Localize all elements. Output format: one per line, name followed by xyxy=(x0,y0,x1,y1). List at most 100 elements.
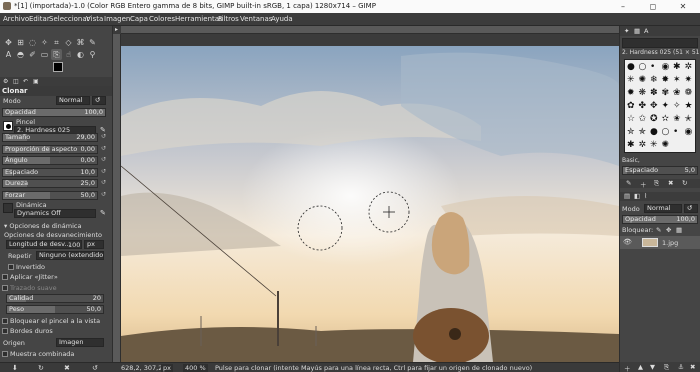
device-status-tab-icon[interactable]: ◫ xyxy=(13,78,19,85)
fonts-tab-icon[interactable]: A xyxy=(644,27,648,35)
menu-ventanas[interactable]: Ventanas xyxy=(240,15,272,23)
brush-thumb-icon[interactable]: ✺ xyxy=(639,75,647,85)
crop-tool-icon[interactable]: ⌗ xyxy=(51,37,62,48)
brush-thumb-icon[interactable]: ✸ xyxy=(662,75,670,85)
menu-editar[interactable]: Editar xyxy=(29,15,50,23)
spacing-slider[interactable]: Espaciado 10,0 xyxy=(2,167,98,177)
align-tool-icon[interactable]: ⊞ xyxy=(15,37,26,48)
bucket-fill-icon[interactable]: ◓ xyxy=(15,49,26,60)
brush-thumb-icon[interactable]: ❋ xyxy=(639,88,647,98)
dynamics-options-expander[interactable]: ▾ Opciones de dinámica xyxy=(4,222,81,230)
reset-force-icon[interactable]: ↺ xyxy=(100,191,107,200)
color-picker-icon[interactable]: ⚲ xyxy=(87,49,98,60)
lock-brush-checkbox[interactable]: Bloquear el pincel a la vista xyxy=(2,317,100,325)
paintbrush-icon[interactable]: ✐ xyxy=(27,49,38,60)
brush-thumb-icon[interactable]: • xyxy=(650,62,655,72)
close-button[interactable]: ✕ xyxy=(668,0,698,13)
edit-brush-action-icon[interactable]: ✎ xyxy=(626,179,631,187)
menu-ayuda[interactable]: Ayuda xyxy=(271,15,293,23)
brush-thumb-icon[interactable]: ✳ xyxy=(650,140,658,150)
dodge-burn-icon[interactable]: ◐ xyxy=(75,49,86,60)
menu-colores[interactable]: Colores xyxy=(149,15,175,23)
brush-thumb-icon[interactable]: • xyxy=(673,127,678,137)
mode-select[interactable]: Normal xyxy=(56,96,90,105)
layer-mode-reset[interactable]: ↺ xyxy=(684,204,698,213)
brush-thumb-icon[interactable]: ✮ xyxy=(627,127,635,137)
brush-preview[interactable] xyxy=(3,121,13,131)
brush-thumb-icon[interactable]: ◉ xyxy=(662,62,670,72)
foreground-color-swatch[interactable] xyxy=(53,62,63,72)
brush-thumb-icon[interactable]: ✱ xyxy=(673,62,681,72)
tool-options-tab-icon[interactable]: ⚙ xyxy=(3,78,8,85)
brush-thumb-icon[interactable]: ❁ xyxy=(685,88,693,98)
brush-thumb-icon[interactable]: ○ xyxy=(639,62,647,72)
layers-tab-icon[interactable]: ▤ xyxy=(624,192,630,200)
warp-tool-icon[interactable]: ⌘ xyxy=(75,37,86,48)
brush-thumb-icon[interactable]: ✫ xyxy=(662,114,670,124)
brush-thumb-icon[interactable]: ★ xyxy=(685,101,693,111)
brush-thumb-icon[interactable]: ✳ xyxy=(627,75,635,85)
layer-row[interactable]: 👁 1.jpg xyxy=(620,236,700,249)
brush-spacing-slider[interactable]: Espaciado 5,0 xyxy=(622,166,698,175)
brush-thumb-icon[interactable]: ✤ xyxy=(639,101,647,111)
new-layer-icon[interactable]: ＋ xyxy=(624,363,631,372)
brush-thumb-icon[interactable]: ✥ xyxy=(650,101,658,111)
reset-size-icon[interactable]: ↺ xyxy=(100,133,107,142)
image-canvas[interactable] xyxy=(121,46,619,362)
zoom-select[interactable]: 400 % xyxy=(183,364,208,372)
jitter-checkbox[interactable]: Aplicar «Jitter» xyxy=(2,273,58,281)
brush-thumb-icon[interactable]: ✦ xyxy=(662,101,670,111)
reset-angle-icon[interactable]: ↺ xyxy=(100,156,107,165)
brush-thumb-icon[interactable]: ✪ xyxy=(650,114,658,124)
angle-slider[interactable]: Ángulo 0,00 xyxy=(2,156,98,165)
layer-opacity-slider[interactable]: Opacidad 100,0 xyxy=(622,215,698,224)
menu-archivo[interactable]: Archivo xyxy=(3,15,29,23)
lock-alpha-icon[interactable]: ▦ xyxy=(676,226,682,234)
menu-herramientas[interactable]: Herramientas xyxy=(175,15,223,23)
hard-edges-checkbox[interactable]: Bordes duros xyxy=(2,327,53,335)
text-tool-icon[interactable]: A xyxy=(3,49,14,60)
images-tab-icon[interactable]: ▣ xyxy=(33,78,39,85)
brush-thumb-icon[interactable]: ✷ xyxy=(685,75,693,85)
anchor-layer-icon[interactable]: ⚓ xyxy=(678,363,684,371)
source-select[interactable]: Imagen xyxy=(56,338,104,347)
lower-layer-icon[interactable]: ▼ xyxy=(650,363,655,371)
mode-reset-button[interactable]: ↺ xyxy=(92,96,106,105)
menu-seleccionar[interactable]: Seleccionar xyxy=(49,15,90,23)
brushes-tab-icon[interactable]: ✦ xyxy=(624,27,629,35)
brush-thumb-icon[interactable]: ✹ xyxy=(627,88,635,98)
channels-tab-icon[interactable]: ◧ xyxy=(634,192,640,200)
brush-thumb-icon[interactable]: ○ xyxy=(662,127,670,137)
reset-hardness-icon[interactable]: ↺ xyxy=(100,179,107,188)
menu-imagen[interactable]: Imagen xyxy=(104,15,130,23)
minimize-button[interactable]: – xyxy=(608,0,638,13)
horizontal-ruler[interactable] xyxy=(121,26,619,34)
duplicate-brush-icon[interactable]: ⎘ xyxy=(654,179,659,188)
aspect-ratio-slider[interactable]: Proporción de aspecto 0,00 xyxy=(2,144,98,154)
brush-thumb-icon[interactable]: ✯ xyxy=(639,127,647,137)
unit-select[interactable]: px xyxy=(161,364,173,372)
quality-slider[interactable]: Calidad 20 xyxy=(6,294,104,303)
brush-grid[interactable]: ● ○ • ◉ ✱ ✲ ✳ ✺ ❄ ✸ ✶ ✷ ✹ ❋ ✽ ✾ ❀ ❁ ✿ ✤ ✥ ✦ ✧ ★ ☆ ✩ ✪ ✫ ✬ ✭ ✮ ✯ ● ○ • ◉ ✱ ✲ ✳ ✺ xyxy=(624,59,696,153)
menu-filtros[interactable]: Filtros xyxy=(218,15,239,23)
patterns-tab-icon[interactable]: ▦ xyxy=(634,27,640,35)
brush-thumb-icon[interactable]: ✩ xyxy=(639,114,647,124)
opacity-slider[interactable]: Opacidad 100,0 xyxy=(2,108,106,117)
brush-thumb-icon[interactable]: ✲ xyxy=(685,62,693,72)
brush-thumb-icon[interactable]: ❀ xyxy=(673,88,681,98)
dynamics-field[interactable]: Dynamics Off xyxy=(14,209,96,218)
delete-options-icon[interactable]: ✖ xyxy=(64,364,70,372)
brush-thumb-icon[interactable]: ✬ xyxy=(673,114,681,124)
dynamics-preview[interactable] xyxy=(3,203,13,213)
menu-vista[interactable]: Vista xyxy=(86,15,103,23)
delete-brush-icon[interactable]: ✖ xyxy=(668,179,673,187)
fuzzy-select-icon[interactable]: ✧ xyxy=(39,37,50,48)
sample-merged-checkbox[interactable]: Muestra combinada xyxy=(2,350,74,358)
brush-thumb-icon[interactable]: ❄ xyxy=(650,75,658,85)
hardness-slider[interactable]: Dureza 25,0 xyxy=(2,179,98,188)
brush-thumb-icon[interactable]: ● xyxy=(650,127,658,137)
reset-spacing-icon[interactable]: ↺ xyxy=(100,168,107,177)
smooth-checkbox[interactable]: Trazado suave xyxy=(2,284,57,292)
smudge-tool-icon[interactable]: ☝ xyxy=(63,49,74,60)
delete-layer-icon[interactable]: ✖ xyxy=(690,363,695,371)
